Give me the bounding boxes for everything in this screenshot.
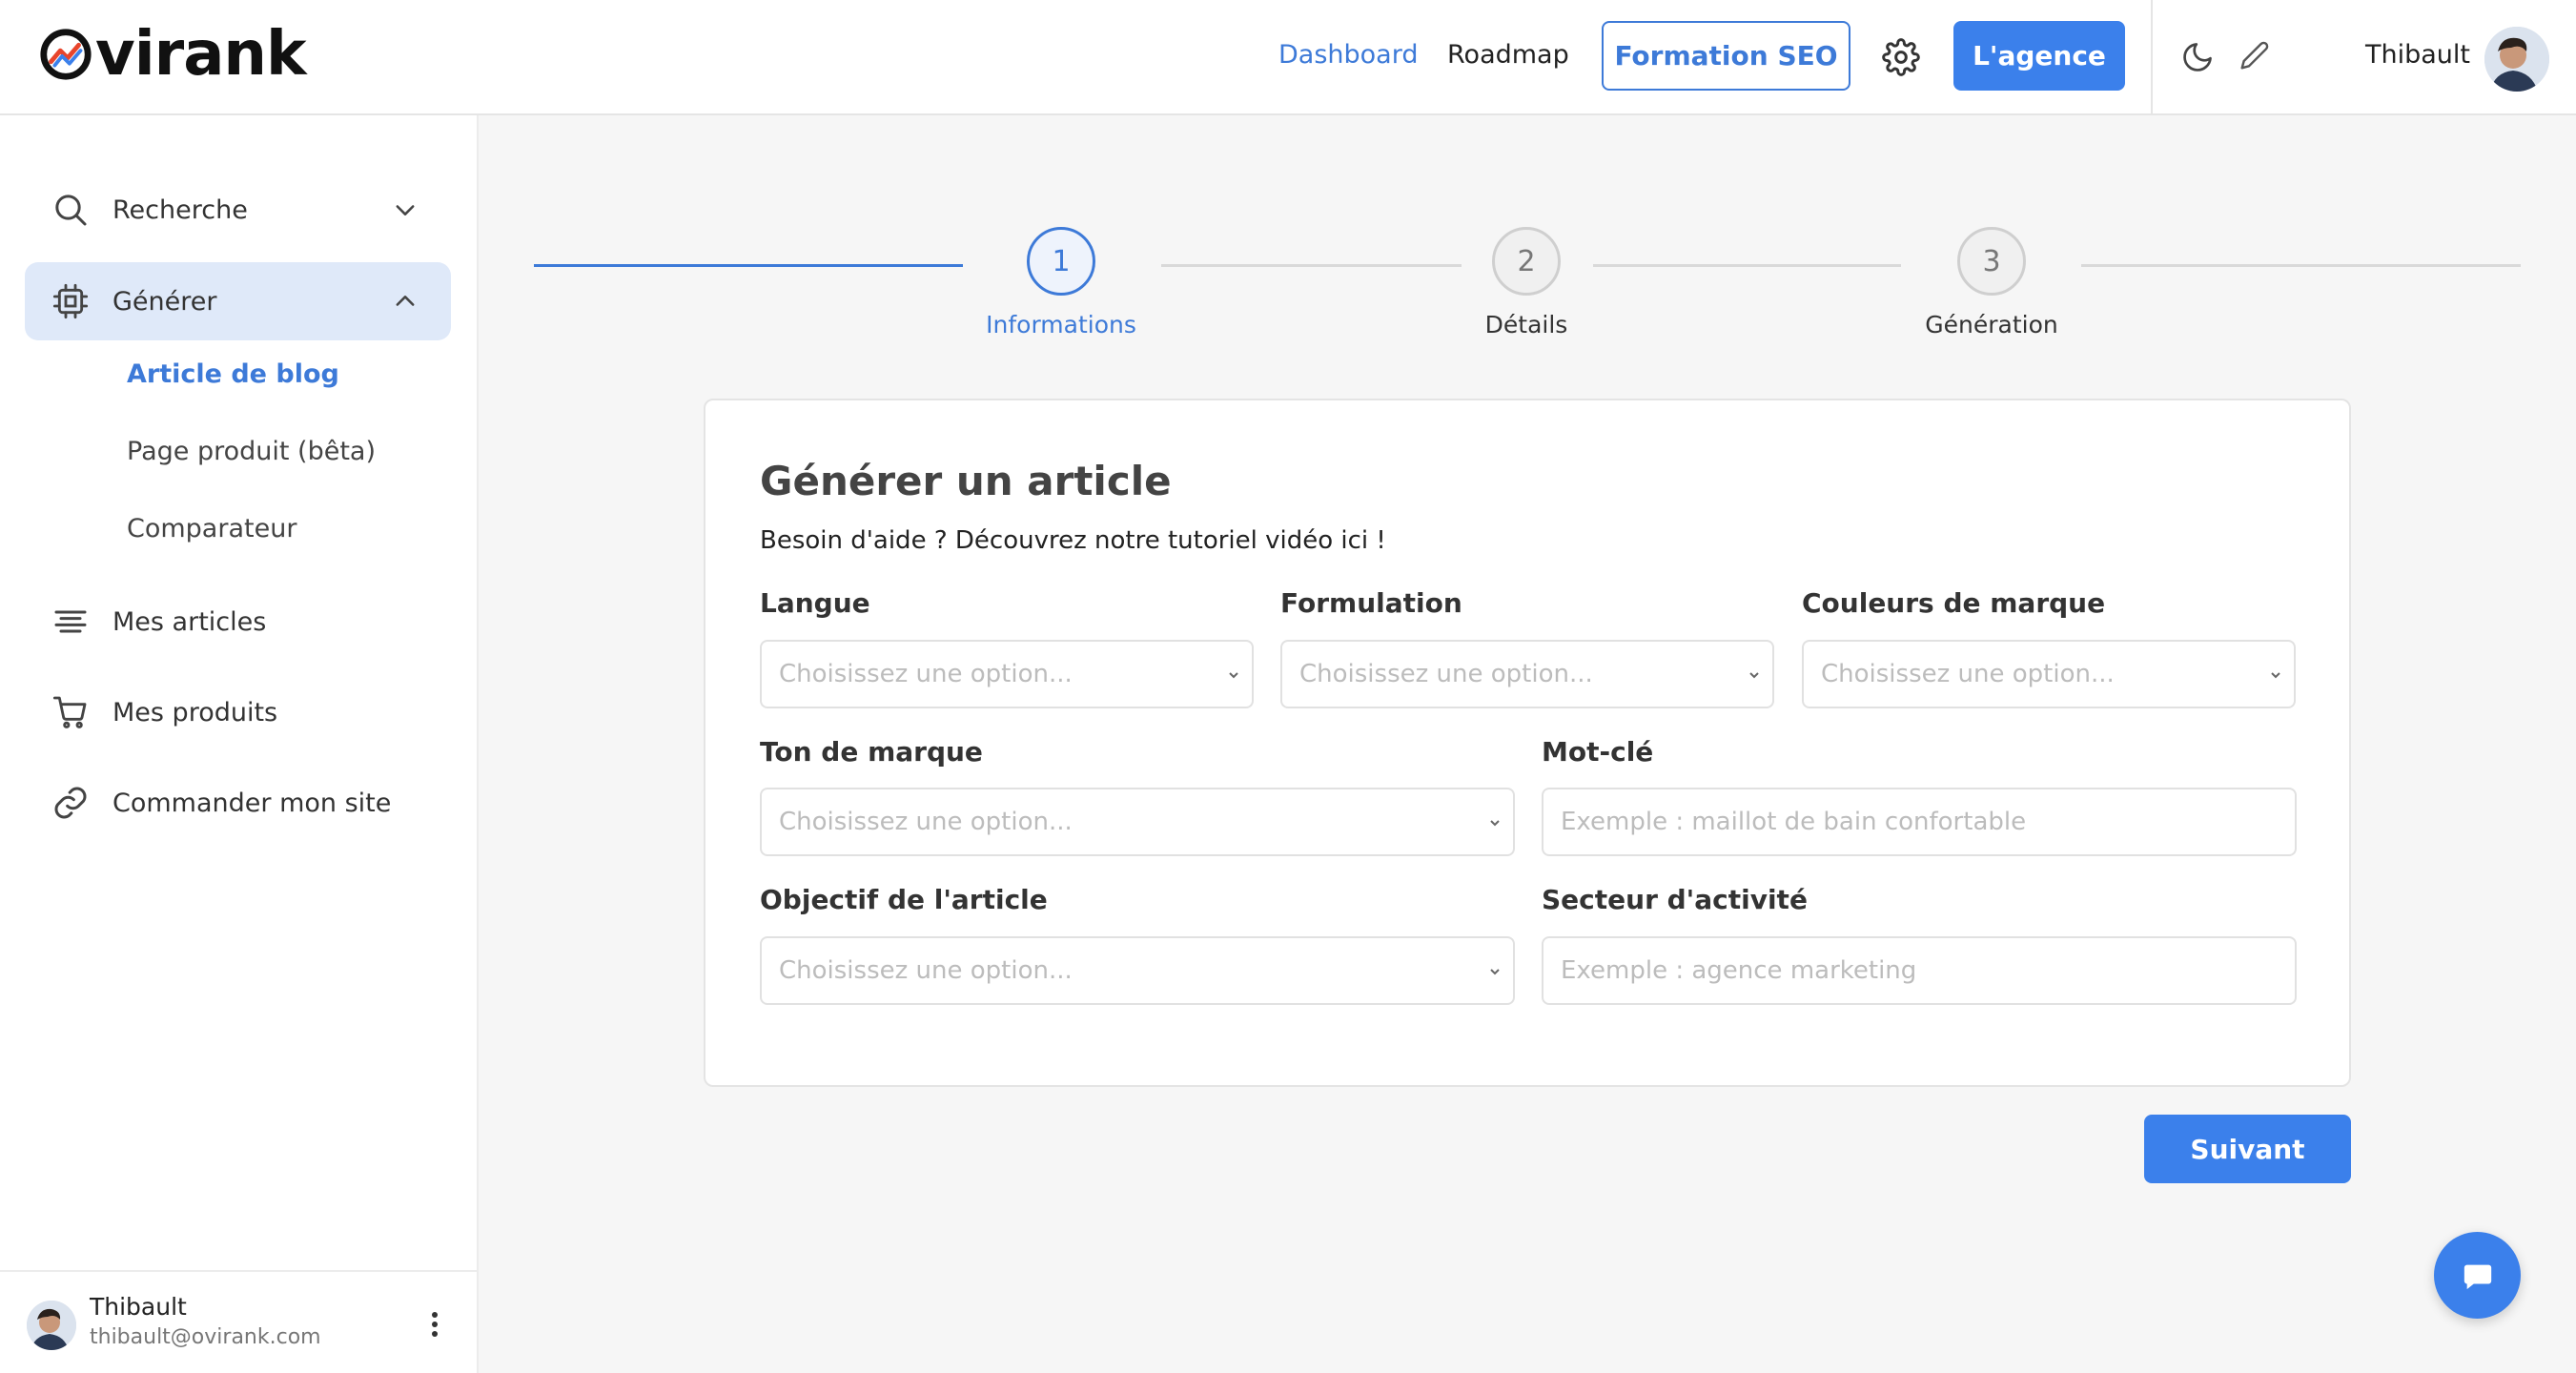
chevron-down-icon: [1490, 820, 1500, 827]
secteur-input[interactable]: Exemple : agence marketing: [1542, 936, 2297, 1005]
sidebar-item-label: Mes articles: [112, 606, 267, 637]
objectif-label: Objectif de l'article: [760, 884, 1048, 915]
motcle-placeholder: Exemple : maillot de bain confortable: [1561, 808, 2027, 836]
sidebar-item-mes-articles[interactable]: Mes articles: [25, 583, 451, 661]
logo[interactable]: virank: [38, 19, 307, 90]
formulation-label: Formulation: [1280, 587, 1462, 619]
sidebar-subitem-article-de-blog[interactable]: Article de blog: [127, 359, 339, 389]
sidebar-item-commander[interactable]: Commander mon site: [25, 764, 451, 842]
ton-select[interactable]: Choisissez une option...: [760, 788, 1515, 856]
chevron-down-icon: [1749, 672, 1759, 679]
help-link[interactable]: Besoin d'aide ? Découvrez notre tutoriel…: [760, 526, 1386, 555]
logo-mark-icon: [40, 29, 92, 80]
pencil-icon[interactable]: [2239, 40, 2270, 71]
sidebar-item-label: Mes produits: [112, 697, 278, 727]
chat-icon: [2464, 1264, 2491, 1289]
avatar[interactable]: [27, 1301, 76, 1350]
couleurs-select[interactable]: Choisissez une option...: [1802, 640, 2296, 708]
top-bar: virank Dashboard Roadmap Formation SEO L…: [0, 0, 2576, 115]
step-3-label: Génération: [1925, 311, 2058, 338]
ton-label: Ton de marque: [760, 736, 983, 768]
stepper-line: [1593, 264, 1901, 267]
next-button[interactable]: Suivant: [2144, 1115, 2351, 1183]
couleurs-placeholder: Choisissez une option...: [1821, 660, 2115, 688]
stepper-progress-line: [534, 264, 963, 267]
couleurs-label: Couleurs de marque: [1802, 587, 2106, 619]
langue-label: Langue: [760, 587, 870, 619]
sidebar: Recherche Générer Article de blog Page p…: [0, 115, 479, 1373]
step-3-circle[interactable]: 3: [1957, 227, 2026, 296]
step-1-label: Informations: [986, 311, 1136, 338]
form-card: Générer un article Besoin d'aide ? Décou…: [704, 399, 2351, 1087]
langue-placeholder: Choisissez une option...: [779, 660, 1073, 688]
chevron-down-icon: [1229, 672, 1238, 679]
divider: [2151, 0, 2153, 115]
top-username[interactable]: Thibault: [2365, 36, 2470, 74]
avatar[interactable]: [2484, 27, 2549, 92]
langue-select[interactable]: Choisissez une option...: [760, 640, 1254, 708]
chevron-down-icon: [1490, 969, 1500, 975]
nav-roadmap[interactable]: Roadmap: [1447, 36, 1569, 74]
user-name: Thibault: [90, 1293, 187, 1321]
objectif-select[interactable]: Choisissez une option...: [760, 936, 1515, 1005]
motcle-label: Mot-clé: [1542, 736, 1654, 768]
objectif-placeholder: Choisissez une option...: [779, 956, 1073, 985]
link-icon: [54, 787, 87, 819]
nav-dashboard[interactable]: Dashboard: [1278, 36, 1418, 74]
sidebar-item-generer[interactable]: Générer: [25, 262, 451, 340]
gear-icon[interactable]: [1882, 38, 1920, 76]
ton-placeholder: Choisissez une option...: [779, 808, 1073, 836]
step-2-circle[interactable]: 2: [1492, 227, 1561, 296]
formation-seo-button[interactable]: Formation SEO: [1602, 21, 1850, 91]
search-icon: [55, 195, 87, 226]
chevron-down-icon: [396, 205, 415, 215]
user-email: thibault@ovirank.com: [90, 1325, 321, 1349]
sidebar-item-label: Commander mon site: [112, 788, 392, 818]
sidebar-item-recherche[interactable]: Recherche: [25, 171, 451, 249]
chevron-down-icon: [2271, 672, 2280, 679]
chevron-up-icon: [396, 296, 415, 306]
sidebar-item-label: Recherche: [112, 195, 248, 225]
sidebar-subitem-page-produit[interactable]: Page produit (bêta): [127, 437, 376, 466]
secteur-label: Secteur d'activité: [1542, 884, 1808, 915]
logo-text: virank: [95, 19, 307, 90]
stepper-line: [2081, 264, 2521, 267]
formulation-select[interactable]: Choisissez une option...: [1280, 640, 1774, 708]
step-1-circle[interactable]: 1: [1027, 227, 1095, 296]
sidebar-item-label: Générer: [112, 286, 217, 317]
step-2-label: Détails: [1484, 311, 1568, 338]
cart-icon: [52, 696, 87, 728]
formulation-placeholder: Choisissez une option...: [1299, 660, 1593, 688]
cpu-icon: [52, 283, 89, 319]
motcle-input[interactable]: Exemple : maillot de bain confortable: [1542, 788, 2297, 856]
stepper-line: [1161, 264, 1462, 267]
sidebar-user: Thibault thibault@ovirank.com: [0, 1270, 477, 1373]
sidebar-subitem-comparateur[interactable]: Comparateur: [127, 514, 296, 543]
more-vertical-icon[interactable]: [429, 1310, 440, 1339]
chat-button[interactable]: [2434, 1232, 2521, 1319]
secteur-placeholder: Exemple : agence marketing: [1561, 956, 1917, 985]
lines-icon: [54, 610, 87, 633]
agence-button[interactable]: L'agence: [1953, 21, 2125, 91]
form-title: Générer un article: [760, 458, 1172, 504]
sidebar-item-mes-produits[interactable]: Mes produits: [25, 673, 451, 751]
moon-icon[interactable]: [2180, 40, 2215, 74]
